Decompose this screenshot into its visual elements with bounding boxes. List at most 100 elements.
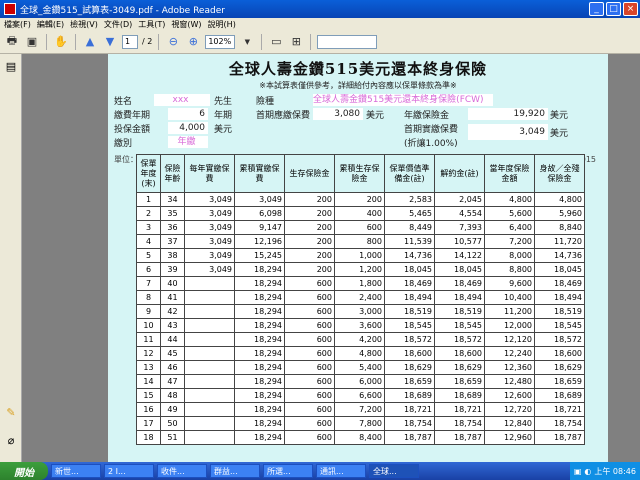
table-cell: 18,721 [434, 402, 485, 417]
table-cell: 17 [136, 416, 161, 431]
col-age: 保險年齡 [160, 154, 185, 193]
start-button[interactable]: 開始 [0, 462, 48, 480]
table-cell: 43 [160, 318, 185, 333]
prev-page-icon[interactable]: ▲ [82, 34, 98, 50]
network-icon[interactable]: ▣ [574, 467, 582, 476]
table-cell: 11,539 [384, 234, 435, 249]
payterm-unit: 年期 [214, 111, 233, 121]
table-cell: 600 [284, 388, 335, 403]
table-cell [184, 360, 235, 375]
menu-bar: 檔案(F) 編輯(E) 檢視(V) 文件(D) 工具(T) 視窗(W) 說明(H… [0, 18, 640, 30]
document-area[interactable]: 全球人壽金鑽515美元還本終身保險 ※本試算表僅供參考，詳細給付內容應以保單條款… [22, 54, 640, 462]
window-titlebar: 全球_金鑽515_試算表-3049.pdf - Adobe Reader _ □… [0, 0, 640, 18]
menu-edit[interactable]: 編輯(E) [37, 19, 64, 30]
annual-prem-label: 年繳保險金 [404, 111, 450, 121]
table-cell: 5 [136, 248, 161, 263]
page-number-input[interactable]: 1 [122, 34, 138, 49]
attachments-icon[interactable]: ⌀ [4, 434, 18, 448]
search-input[interactable] [317, 34, 378, 49]
table-cell: 200 [284, 248, 335, 263]
taskbar-item[interactable]: 收件... [157, 464, 207, 478]
zoom-input[interactable]: 102% [205, 34, 236, 49]
table-cell [184, 304, 235, 319]
taskbar-item[interactable]: 新世... [51, 464, 101, 478]
table-cell: 6,000 [334, 374, 385, 389]
taskbar-item[interactable]: 2 I... [104, 464, 154, 478]
table-cell: 18,572 [384, 332, 435, 347]
table-cell: 8 [136, 290, 161, 305]
table-cell: 18,294 [234, 360, 285, 375]
zoom-dropdown-icon[interactable]: ▼ [239, 34, 255, 50]
table-cell: 12,360 [484, 360, 535, 375]
table-cell: 18,754 [384, 416, 435, 431]
table-cell: 600 [284, 290, 335, 305]
maximize-button[interactable]: □ [606, 2, 621, 16]
discount-label: (折讓1.00%) [404, 139, 458, 149]
table-row: 7 40 18,294 600 1,800 18,469 18,469 9,600 18,469 [136, 276, 585, 291]
taskbar-item[interactable]: 所選... [263, 464, 313, 478]
table-cell: 6,400 [484, 220, 535, 235]
fit-width-icon[interactable]: ⊞ [288, 34, 304, 50]
table-cell: 4,554 [434, 206, 485, 221]
taskbar-item[interactable]: 通訊... [316, 464, 366, 478]
save-icon[interactable]: ▣ [24, 34, 40, 50]
table-cell: 15,245 [234, 248, 285, 263]
doc-title: 全球人壽金鑽515美元還本終身保險 [228, 60, 488, 78]
col-sum-insured: 當年度保險金額 [484, 154, 535, 193]
table-cell [184, 374, 235, 389]
table-cell: 800 [334, 234, 385, 249]
table-cell: 18,545 [434, 318, 485, 333]
table-cell: 14 [136, 374, 161, 389]
table-cell: 400 [334, 206, 385, 221]
menu-help[interactable]: 說明(H) [208, 19, 236, 30]
volume-icon[interactable]: ◐ [584, 467, 591, 476]
taskbar-item[interactable]: 群益... [210, 464, 260, 478]
name-label: 姓名 [114, 97, 133, 107]
table-cell: 18,294 [234, 318, 285, 333]
menu-file[interactable]: 檔案(F) [4, 19, 31, 30]
table-cell: 18,629 [384, 360, 435, 375]
table-cell: 3,049 [184, 234, 235, 249]
table-cell: 9,147 [234, 220, 285, 235]
next-page-icon[interactable]: ▼ [102, 34, 118, 50]
table-cell: 8,840 [534, 220, 585, 235]
actual-prem-unit: 美元 [550, 129, 569, 139]
table-cell: 48 [160, 388, 185, 403]
table-cell: 4 [136, 234, 161, 249]
sum-label: 投保金額 [114, 125, 151, 135]
sum-unit: 美元 [214, 125, 233, 135]
table-cell: 49 [160, 402, 185, 417]
table-cell: 16 [136, 402, 161, 417]
table-cell: 18,629 [534, 360, 585, 375]
actual-prem-value: 3,049 [468, 124, 548, 140]
table-cell: 11,720 [534, 234, 585, 249]
table-cell: 18,045 [434, 262, 485, 277]
table-cell: 18,787 [434, 430, 485, 445]
close-button[interactable]: × [623, 2, 638, 16]
table-cell: 18,469 [434, 276, 485, 291]
table-cell: 8,000 [484, 248, 535, 263]
mode-label: 繳別 [114, 139, 133, 149]
first-prem-value: 3,080 [313, 108, 363, 120]
adobe-reader-icon [4, 3, 16, 15]
menu-view[interactable]: 檢視(V) [70, 19, 98, 30]
table-cell: 7 [136, 276, 161, 291]
fit-page-icon[interactable]: ▭ [268, 34, 284, 50]
comments-icon[interactable]: ✎ [4, 406, 18, 420]
menu-window[interactable]: 視窗(W) [171, 19, 201, 30]
table-cell: 18,721 [384, 402, 435, 417]
table-cell: 4,800 [334, 346, 385, 361]
menu-document[interactable]: 文件(D) [104, 19, 132, 30]
table-cell: 3,049 [234, 192, 285, 207]
zoom-in-icon[interactable]: ⊕ [185, 34, 201, 50]
print-icon[interactable]: 🖶 [4, 34, 20, 50]
table-cell [184, 430, 235, 445]
menu-tools[interactable]: 工具(T) [138, 19, 165, 30]
taskbar-item-active[interactable]: 全球... [369, 464, 419, 478]
hand-tool-icon[interactable]: ✋ [53, 34, 69, 50]
minimize-button[interactable]: _ [589, 2, 604, 16]
table-cell: 8,400 [334, 430, 385, 445]
zoom-out-icon[interactable]: ⊖ [165, 34, 181, 50]
table-cell: 2,400 [334, 290, 385, 305]
pages-icon[interactable]: ▤ [4, 60, 18, 74]
